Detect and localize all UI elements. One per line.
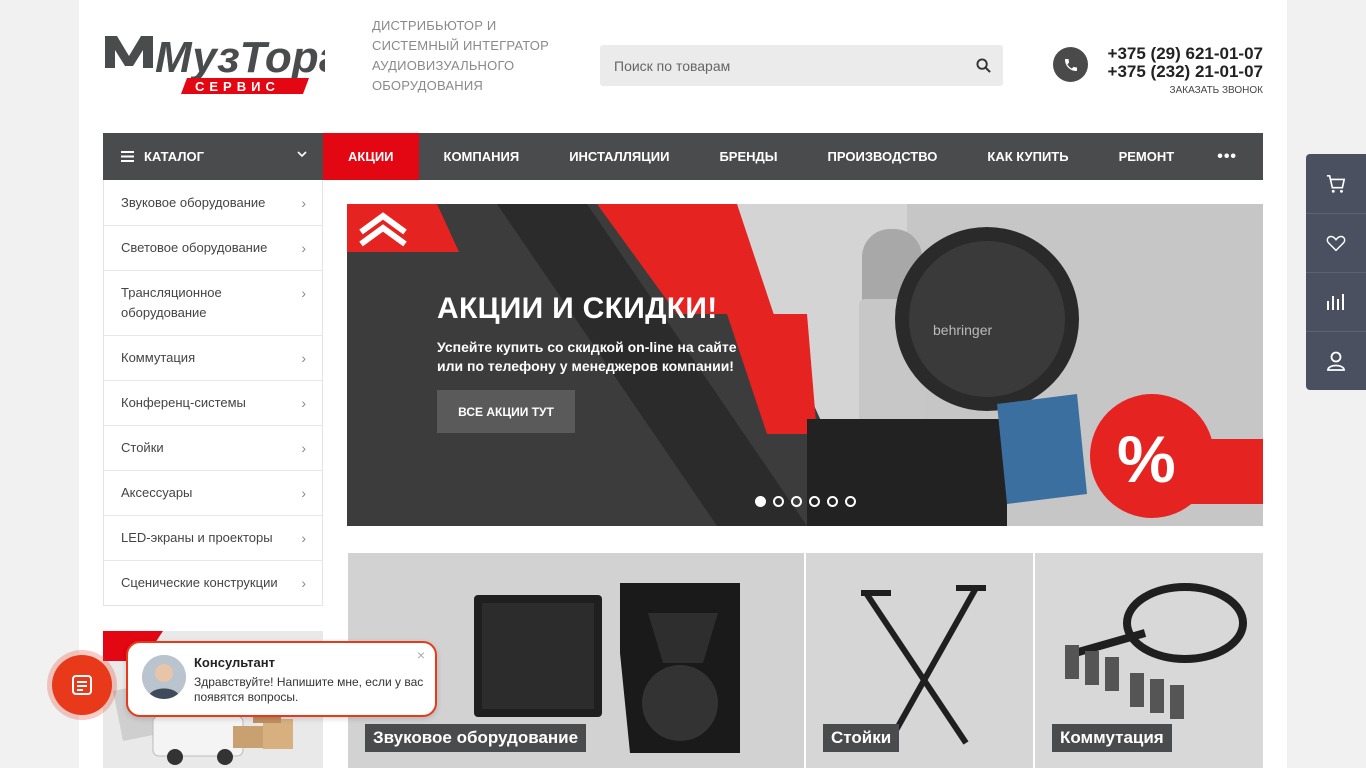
close-icon[interactable]: × — [417, 647, 425, 663]
sidebar-item-led[interactable]: LED-экраны и проекторы › — [104, 515, 322, 560]
chevron-down-icon — [297, 151, 307, 158]
search-input[interactable] — [600, 45, 963, 86]
banner-title: АКЦИИ И СКИДКИ! — [437, 292, 718, 325]
consultant-avatar — [142, 655, 186, 699]
logo-wordmark: МузТорг — [155, 33, 325, 82]
sidebar-item-accessories[interactable]: Аксессуары › — [104, 470, 322, 515]
chevron-right-icon: › — [301, 530, 306, 546]
sidebar-item-label: Звуковое оборудование — [121, 194, 266, 210]
slider-dot[interactable] — [773, 496, 784, 507]
slider-dot[interactable] — [755, 496, 766, 507]
tagline-line: АУДИОВИЗУАЛЬНОГО — [372, 58, 515, 73]
category-label: Звуковое оборудование — [365, 724, 587, 752]
sidebar-item-label: Сценические конструкции — [121, 575, 278, 590]
sidebar-item-label: Аксессуары — [121, 485, 193, 500]
slider-dot[interactable] — [809, 496, 820, 507]
nav-item-repair[interactable]: РЕМОНТ — [1094, 133, 1200, 180]
slider-dots — [755, 496, 856, 507]
chevron-right-icon: › — [301, 395, 306, 411]
search-button[interactable] — [963, 45, 1003, 86]
banner-text: Успейте купить со скидкой on-line на сай… — [437, 338, 767, 376]
sidebar-item-label: Коммутация — [121, 350, 196, 365]
account-button[interactable] — [1306, 331, 1366, 390]
sidebar-item-lighting[interactable]: Световое оборудование › — [104, 225, 322, 270]
tagline-line: СИСТЕМНЫЙ ИНТЕГРАТОР — [372, 38, 549, 53]
nav-more-button[interactable]: ••• — [1199, 133, 1255, 180]
phone-icon — [1053, 47, 1088, 82]
sidebar-item-label: Трансляционное оборудование — [121, 285, 222, 320]
chat-message: Здравствуйте! Напишите мне, если у вас п… — [194, 675, 424, 704]
callback-link[interactable]: ЗАКАЗАТЬ ЗВОНОК — [1108, 85, 1263, 96]
category-tile-stands[interactable]: Стойки — [806, 553, 1033, 768]
user-icon — [1327, 351, 1345, 371]
site-logo[interactable]: МузТорг СЕРВИС — [103, 28, 342, 98]
catalog-button[interactable]: КАТАЛОГ — [103, 133, 323, 180]
search-icon — [975, 58, 991, 73]
chevron-right-icon: › — [301, 285, 306, 301]
category-tiles: Звуковое оборудование Стойки Коммутация — [348, 553, 1263, 768]
slider-dot[interactable] — [827, 496, 838, 507]
sidebar-item-label: Стойки — [121, 440, 164, 455]
banner-text-line: или по телефону у менеджеров компании! — [437, 358, 734, 374]
sidebar-item-label: Световое оборудование — [121, 240, 268, 255]
phone-number[interactable]: +375 (232) 21-01-07 — [1108, 63, 1263, 81]
percent-badge: % — [1117, 422, 1176, 496]
nav-item-production[interactable]: ПРОИЗВОДСТВО — [803, 133, 963, 180]
catalog-label: КАТАЛОГ — [144, 149, 204, 164]
chat-icon — [72, 675, 92, 695]
all-promotions-button[interactable]: ВСЕ АКЦИИ ТУТ — [437, 390, 575, 433]
sidebar-item-sound[interactable]: Звуковое оборудование › — [104, 180, 322, 225]
catalog-sidebar: Звуковое оборудование › Световое оборудов… — [103, 180, 323, 606]
nav-item-how-to-buy[interactable]: КАК КУПИТЬ — [962, 133, 1093, 180]
category-label: Коммутация — [1052, 724, 1172, 752]
category-tile-switching[interactable]: Коммутация — [1035, 553, 1263, 768]
sidebar-item-label: Конференц-системы — [121, 395, 246, 410]
slider-dot[interactable] — [845, 496, 856, 507]
chevron-right-icon: › — [301, 350, 306, 366]
company-tagline: ДИСТРИБЬЮТОР И СИСТЕМНЫЙ ИНТЕГРАТОР АУДИ… — [372, 16, 552, 96]
compare-button[interactable] — [1306, 272, 1366, 331]
tagline-line: ДИСТРИБЬЮТОР И — [372, 18, 497, 33]
heart-icon — [1326, 235, 1346, 252]
chat-consultant-name: Консультант — [194, 655, 275, 670]
nav-item-company[interactable]: КОМПАНИЯ — [419, 133, 545, 180]
phone-number[interactable]: +375 (29) 621-01-07 — [1108, 45, 1263, 63]
cart-button[interactable] — [1306, 154, 1366, 213]
sidebar-item-conference[interactable]: Конференц-системы › — [104, 380, 322, 425]
slider-dot[interactable] — [791, 496, 802, 507]
chat-button[interactable] — [52, 655, 112, 715]
chevron-right-icon: › — [301, 485, 306, 501]
nav-item-installations[interactable]: ИНСТАЛЛЯЦИИ — [544, 133, 694, 180]
chevron-right-icon: › — [301, 575, 306, 591]
banner-text-line: Успейте купить со скидкой on-line на сай… — [437, 339, 737, 355]
promo-banner[interactable]: behringer % АКЦИИ И СКИДКИ! Успейте купи… — [347, 204, 1263, 526]
search-bar — [600, 45, 1003, 86]
banner-brand-text: behringer — [933, 322, 992, 338]
bar-chart-icon — [1327, 294, 1344, 310]
sidebar-item-label: LED-экраны и проекторы — [121, 530, 273, 545]
chevron-right-icon: › — [301, 194, 306, 211]
tagline-line: ОБОРУДОВАНИЯ — [372, 78, 484, 93]
main-nav: КАТАЛОГ АКЦИИ КОМПАНИЯ ИНСТАЛЛЯЦИИ БРЕНД… — [103, 133, 1263, 180]
sidebar-item-switching[interactable]: Коммутация › — [104, 335, 322, 380]
sidebar-item-stands[interactable]: Стойки › — [104, 425, 322, 470]
sidebar-item-broadcast[interactable]: Трансляционное оборудование › — [104, 270, 322, 335]
favorites-button[interactable] — [1306, 213, 1366, 272]
chevron-right-icon: › — [301, 440, 306, 456]
nav-item-promotions[interactable]: АКЦИИ — [323, 133, 419, 180]
sidebar-item-stage[interactable]: Сценические конструкции › — [104, 560, 322, 605]
chevron-right-icon: › — [301, 240, 306, 256]
cart-icon — [1326, 174, 1346, 193]
floating-toolbar — [1306, 154, 1366, 390]
category-label: Стойки — [823, 724, 900, 752]
nav-item-brands[interactable]: БРЕНДЫ — [694, 133, 802, 180]
phone-block: +375 (29) 621-01-07 +375 (232) 21-01-07 … — [1108, 45, 1263, 97]
menu-icon — [121, 151, 134, 162]
chat-popup[interactable]: Консультант Здравствуйте! Напишите мне, … — [126, 641, 437, 717]
logo-subtitle: СЕРВИС — [195, 79, 280, 94]
